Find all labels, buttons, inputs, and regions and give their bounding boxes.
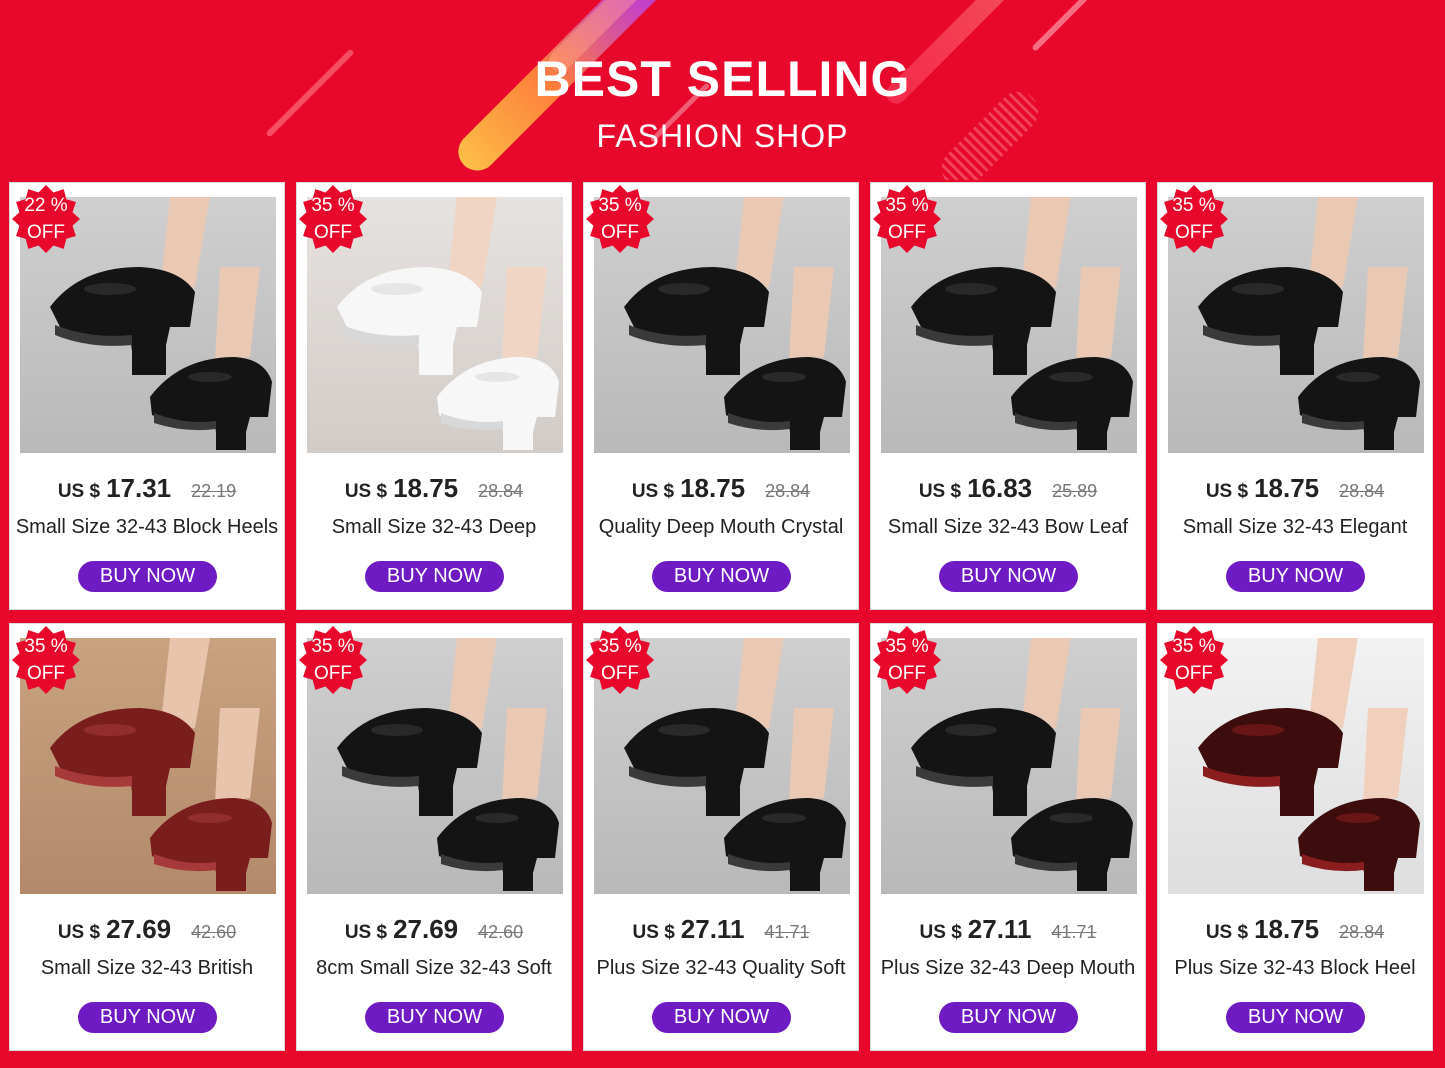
sale-price: 18.75 [393,473,459,503]
buy-now-button[interactable]: BUY NOW [1226,561,1365,592]
original-price: 25.89 [1052,481,1098,501]
price-row: US $17.31 22.19 [10,473,284,504]
buy-now-button[interactable]: BUY NOW [939,561,1078,592]
discount-off-label: OFF [314,663,352,684]
discount-percent: 35 % [598,636,642,657]
discount-off-label: OFF [1175,663,1213,684]
currency-label: US $ [631,481,675,502]
discount-off-label: OFF [601,663,639,684]
sale-price: 27.11 [680,914,745,944]
product-title[interactable]: Quality Deep Mouth Crystal [588,516,854,539]
product-title[interactable]: Small Size 32-43 Elegant [1162,516,1428,539]
discount-percent: 35 % [311,195,355,216]
original-price: 28.84 [1339,481,1385,501]
currency-label: US $ [57,922,101,943]
currency-label: US $ [1205,481,1249,502]
sale-price: 27.69 [106,914,172,944]
product-card[interactable]: 35 % OFF US $18.75 28.84 Small Size 32-43… [296,182,572,610]
sale-price: 18.75 [680,473,746,503]
discount-off-label: OFF [601,222,639,243]
original-price: 41.71 [764,922,810,942]
price-row: US $18.75 28.84 [297,473,571,504]
product-title[interactable]: Plus Size 32-43 Deep Mouth [875,957,1141,980]
sale-price: 18.75 [1254,914,1320,944]
currency-label: US $ [1205,922,1249,943]
product-title[interactable]: Small Size 32-43 Bow Leaf [875,516,1141,539]
original-price: 28.84 [765,481,811,501]
decorative-streak [1031,0,1149,52]
sale-price: 18.75 [1254,473,1320,503]
discount-percent: 35 % [598,195,642,216]
buy-now-button[interactable]: BUY NOW [1226,1002,1365,1033]
buy-now-button[interactable]: BUY NOW [939,1002,1078,1033]
discount-percent: 35 % [1172,195,1216,216]
product-card[interactable]: 22 % OFF US $17.31 22.19 Small Size 32-43… [9,182,285,610]
buy-now-button[interactable]: BUY NOW [78,1002,217,1033]
original-price: 41.71 [1051,922,1097,942]
buy-now-button[interactable]: BUY NOW [652,1002,791,1033]
product-title[interactable]: Small Size 32-43 British [14,957,280,980]
discount-percent: 35 % [24,636,68,657]
price-row: US $18.75 28.84 [1158,473,1432,504]
product-card[interactable]: 35 % OFF US $27.11 41.71 Plus Size 32-43 … [583,623,859,1051]
discount-percent: 35 % [885,195,929,216]
sale-price: 17.31 [106,473,172,503]
product-title[interactable]: Plus Size 32-43 Block Heel [1162,957,1428,980]
discount-percent: 35 % [885,636,929,657]
original-price: 28.84 [478,481,524,501]
buy-now-button[interactable]: BUY NOW [365,561,504,592]
currency-label: US $ [344,922,388,943]
sale-price: 27.69 [393,914,459,944]
currency-label: US $ [57,481,101,502]
currency-label: US $ [632,922,675,943]
discount-percent: 22 % [24,195,68,216]
product-card[interactable]: 35 % OFF US $18.75 28.84 Quality Deep Mou… [583,182,859,610]
price-row: US $27.69 42.60 [297,914,571,945]
discount-percent: 35 % [311,636,355,657]
sale-price: 27.11 [967,914,1032,944]
product-title[interactable]: Plus Size 32-43 Quality Soft [588,957,854,980]
price-row: US $18.75 28.84 [584,473,858,504]
discount-off-label: OFF [27,222,65,243]
product-title[interactable]: Small Size 32-43 Block Heels [14,516,280,539]
discount-off-label: OFF [314,222,352,243]
original-price: 42.60 [478,922,524,942]
discount-off-label: OFF [888,222,926,243]
product-card[interactable]: 35 % OFF US $18.75 28.84 Plus Size 32-43 … [1157,623,1433,1051]
discount-off-label: OFF [1175,222,1213,243]
price-row: US $27.69 42.60 [10,914,284,945]
currency-label: US $ [918,481,962,502]
banner-subtitle: FASHION SHOP [596,118,849,154]
product-title[interactable]: Small Size 32-43 Deep [301,516,567,539]
currency-label: US $ [919,922,962,943]
price-row: US $27.11 41.71 [871,914,1145,945]
price-row: US $18.75 28.84 [1158,914,1432,945]
discount-off-label: OFF [27,663,65,684]
buy-now-button[interactable]: BUY NOW [652,561,791,592]
product-card[interactable]: 35 % OFF US $27.11 41.71 Plus Size 32-43 … [870,623,1146,1051]
product-card[interactable]: 35 % OFF US $18.75 28.84 Small Size 32-43… [1157,182,1433,610]
header-banner: BEST SELLING FASHION SHOP [0,0,1445,180]
banner-title: BEST SELLING [534,51,911,107]
discount-off-label: OFF [888,663,926,684]
buy-now-button[interactable]: BUY NOW [365,1002,504,1033]
discount-percent: 35 % [1172,636,1216,657]
sale-price: 16.83 [967,473,1033,503]
product-card[interactable]: 35 % OFF US $16.83 25.89 Small Size 32-43… [870,182,1146,610]
original-price: 28.84 [1339,922,1385,942]
product-card[interactable]: 35 % OFF US $27.69 42.60 Small Size 32-43… [9,623,285,1051]
price-row: US $27.11 41.71 [584,914,858,945]
currency-label: US $ [344,481,388,502]
product-title[interactable]: 8cm Small Size 32-43 Soft [301,957,567,980]
buy-now-button[interactable]: BUY NOW [78,561,217,592]
product-card[interactable]: 35 % OFF US $27.69 42.60 8cm Small Size 3… [296,623,572,1051]
original-price: 42.60 [191,922,237,942]
price-row: US $16.83 25.89 [871,473,1145,504]
original-price: 22.19 [191,481,237,501]
